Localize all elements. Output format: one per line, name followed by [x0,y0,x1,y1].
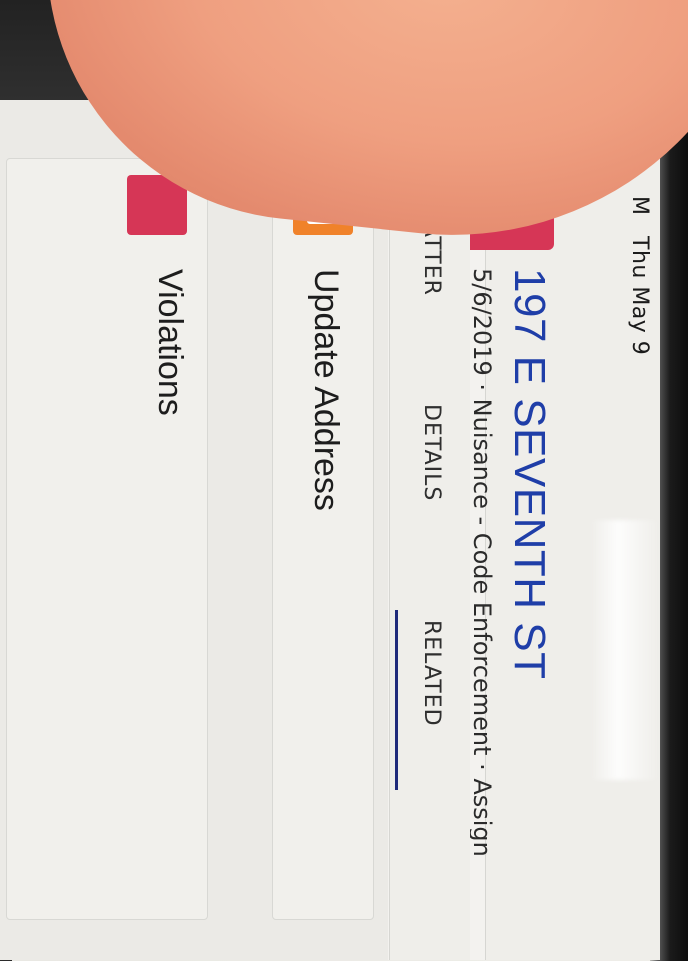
violations-label: Violations [151,269,189,416]
status-time: M [627,196,652,216]
screen-glare [590,520,660,780]
tab-related[interactable]: RELATED [419,620,444,727]
record-title: 197 E SEVENTH ST [505,268,554,680]
record-subtitle: 5/6/2019 · Nuisance - Code Enforcement ·… [468,268,496,857]
related-content: Update Address Violations [0,100,388,960]
record-title-block: 197 E SEVENTH ST 5/6/2019 · Nuisance - C… [468,268,554,961]
active-tab-indicator [395,610,398,790]
violations-card[interactable]: Violations [6,158,208,920]
phone-screen: M Thu May 9 ← 197 E SEVENTH ST 5/6/2019 … [0,100,660,961]
update-address-card[interactable]: Update Address [272,158,374,920]
update-address-label: Update Address [307,269,345,511]
photo-frame: M Thu May 9 ← 197 E SEVENTH ST 5/6/2019 … [0,0,688,961]
tab-details[interactable]: DETAILS [419,404,444,501]
status-date: Thu May 9 [627,236,652,356]
